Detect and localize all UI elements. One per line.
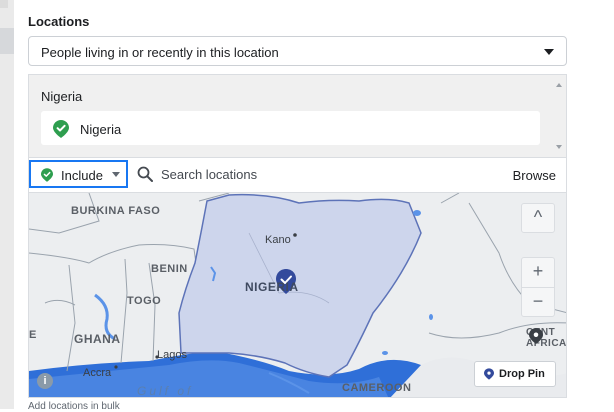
map-label-gulf: Gulf of — [137, 384, 194, 398]
chevron-down-icon — [544, 49, 554, 55]
info-icon[interactable]: i — [37, 373, 53, 389]
map-label-nigeria: NIGERIA — [245, 280, 299, 294]
top-edge — [0, 0, 8, 8]
selected-group-label: Nigeria — [41, 89, 83, 104]
left-edge-tab — [0, 28, 14, 54]
map-label-togo: TOGO — [127, 295, 162, 307]
location-search-bar: Include Browse — [28, 158, 567, 192]
include-label: Include — [61, 168, 103, 183]
map-label-benin: BENIN — [151, 263, 188, 275]
map-label-accra: Accra — [83, 367, 112, 379]
search-icon — [137, 166, 153, 182]
selected-locations-box: Nigeria Nigeria — [28, 74, 567, 158]
search-locations-input[interactable] — [161, 163, 501, 185]
left-edge — [0, 0, 14, 409]
map-label-burkina-faso: BURKINA FASO — [71, 205, 161, 217]
locations-panel: Locations People living in or recently i… — [14, 0, 614, 412]
map-label-cut-left: E — [29, 329, 37, 341]
chevron-up-icon: ^ — [533, 207, 543, 227]
green-location-pin-icon — [53, 120, 69, 138]
minus-icon: − — [532, 291, 544, 311]
map-label-kano: Kano — [265, 234, 291, 246]
plus-icon: + — [532, 261, 544, 281]
chevron-down-icon — [112, 172, 120, 177]
drop-pin-label: Drop Pin — [499, 368, 545, 380]
zoom-out-button[interactable]: − — [521, 287, 555, 317]
audience-type-value: People living in or recently in this loc… — [41, 45, 279, 60]
scroll-up-icon[interactable] — [556, 83, 562, 87]
selected-location-item[interactable]: Nigeria — [41, 111, 540, 145]
green-location-pin-icon — [41, 168, 53, 182]
add-locations-in-bulk-link[interactable]: Add locations in bulk — [28, 401, 120, 412]
map-label-cameroon: CAMEROON — [342, 382, 412, 394]
map-label-lagos: Lagos — [157, 349, 187, 361]
drop-pin-button[interactable]: Drop Pin — [474, 361, 556, 387]
locate-pin-icon[interactable] — [529, 328, 543, 344]
map-label-ghana: GHANA — [74, 332, 121, 346]
audience-type-select[interactable]: People living in or recently in this loc… — [28, 36, 567, 66]
location-pin-icon — [484, 368, 494, 380]
collapse-map-button[interactable]: ^ — [521, 203, 555, 233]
scroll-down-icon[interactable] — [556, 145, 562, 149]
include-dropdown[interactable]: Include — [29, 160, 128, 188]
locations-label: Locations — [28, 14, 90, 29]
location-map[interactable]: BURKINA FASO BENIN TOGO GHANA NIGERIA Ka… — [28, 192, 567, 398]
zoom-in-button[interactable]: + — [521, 257, 555, 287]
selected-location-name: Nigeria — [80, 122, 122, 137]
browse-button[interactable]: Browse — [513, 168, 556, 183]
